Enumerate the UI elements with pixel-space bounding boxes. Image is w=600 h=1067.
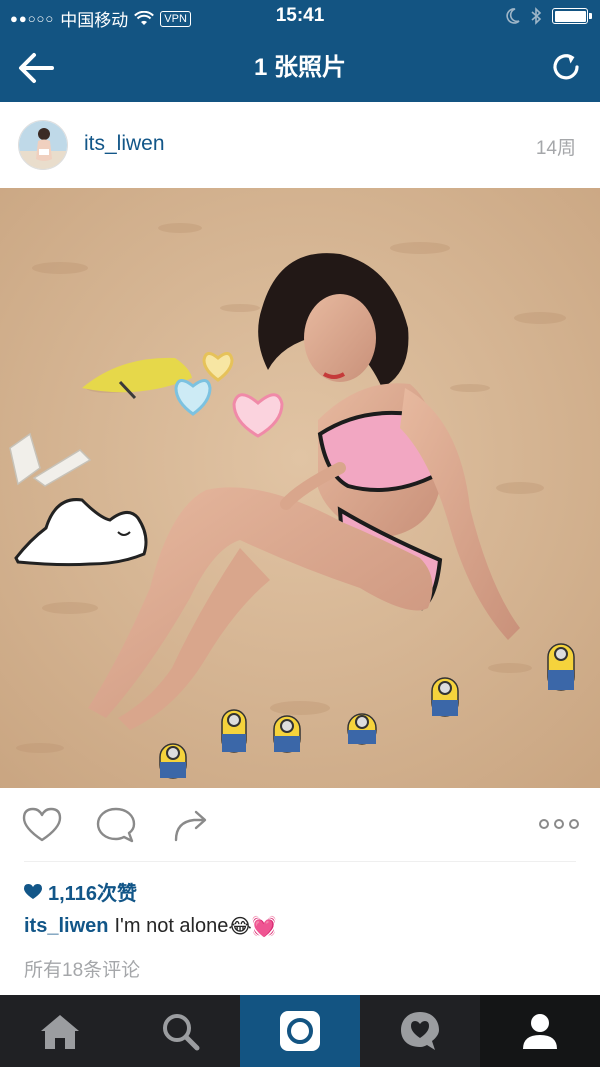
post-photo[interactable] bbox=[0, 188, 600, 788]
heart-bubble-icon bbox=[401, 1012, 439, 1050]
tab-camera[interactable] bbox=[240, 995, 360, 1067]
comment-bubble-icon[interactable] bbox=[94, 804, 138, 846]
moon-icon bbox=[506, 8, 520, 24]
heart-icon bbox=[24, 883, 42, 899]
post-actions bbox=[0, 788, 600, 862]
refresh-icon[interactable] bbox=[548, 49, 584, 85]
actions-divider bbox=[24, 861, 576, 862]
top-bar: ●●○○○ 中国移动 VPN 15:41 1 张照片 bbox=[0, 0, 600, 102]
avatar[interactable] bbox=[18, 120, 68, 170]
post-header: its_liwen 14周 bbox=[0, 102, 600, 188]
status-right bbox=[506, 7, 592, 25]
arrow-left-icon[interactable] bbox=[14, 48, 58, 88]
share-arrow-icon[interactable] bbox=[170, 804, 214, 846]
status-bar: ●●○○○ 中国移动 VPN 15:41 bbox=[0, 0, 600, 34]
post-caption: its_liwen I'm not alone 😂💓 bbox=[24, 914, 277, 939]
view-all-comments-link[interactable]: 所有18条评论 bbox=[24, 955, 140, 982]
tab-search[interactable] bbox=[120, 995, 240, 1067]
battery-icon bbox=[552, 8, 592, 24]
page-title: 1 张照片 bbox=[253, 54, 346, 81]
tab-home[interactable] bbox=[0, 995, 120, 1067]
likes-count[interactable]: 1,116次赞 bbox=[24, 877, 137, 906]
post-username[interactable]: its_liwen bbox=[84, 132, 165, 156]
tab-profile[interactable] bbox=[480, 995, 600, 1067]
more-options-icon[interactable] bbox=[538, 814, 580, 834]
caption-emojis: 😂💓 bbox=[228, 916, 277, 938]
navigation-bar: 1 张照片 bbox=[0, 34, 600, 102]
caption-text: I'm not alone bbox=[114, 915, 229, 937]
profile-icon bbox=[523, 1014, 557, 1049]
search-icon bbox=[163, 1014, 200, 1051]
bluetooth-icon bbox=[531, 7, 542, 25]
post-time: 14周 bbox=[535, 138, 576, 159]
tab-activity[interactable] bbox=[360, 995, 480, 1067]
like-heart-icon[interactable] bbox=[20, 804, 64, 846]
bottom-tab-bar bbox=[0, 995, 600, 1067]
caption-username[interactable]: its_liwen bbox=[24, 915, 108, 938]
camera-icon bbox=[280, 1011, 320, 1051]
home-icon bbox=[41, 1015, 79, 1049]
likes-label: 1,116次赞 bbox=[48, 883, 137, 905]
